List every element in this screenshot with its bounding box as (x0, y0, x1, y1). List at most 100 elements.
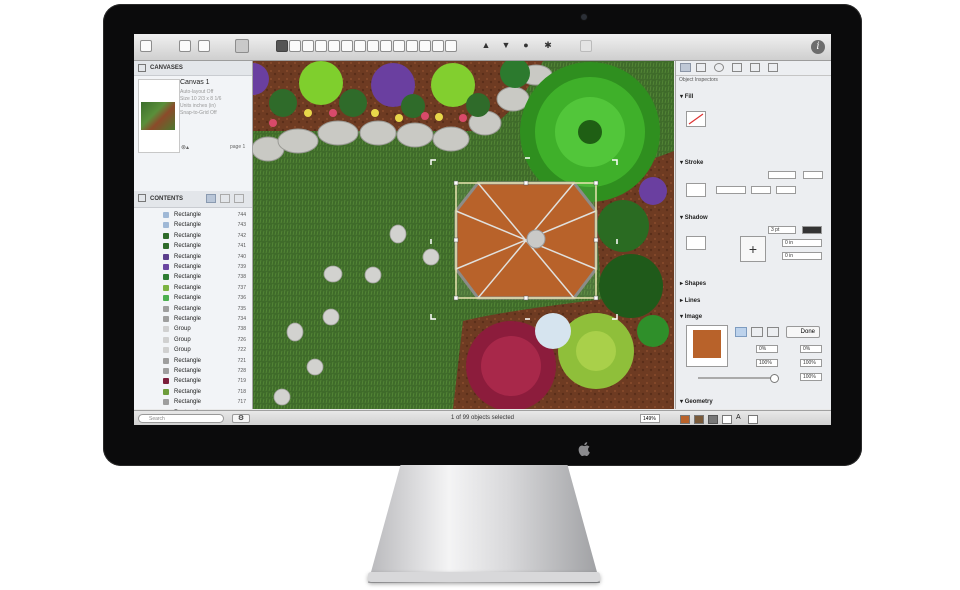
contents-row[interactable]: Group 738 (134, 324, 252, 334)
stroke-pattern-select[interactable] (686, 183, 706, 197)
image-opacity-slider-thumb[interactable] (770, 374, 779, 383)
zoom-field[interactable]: 149% (640, 414, 660, 423)
stroke-style-select[interactable] (803, 171, 823, 179)
object-number: 719 (237, 378, 246, 385)
style-brush-icon[interactable] (380, 40, 392, 52)
contents-row[interactable]: Rectangle 738 (134, 272, 252, 282)
image-quick-icon[interactable] (722, 415, 732, 424)
data-inspector-tab-icon[interactable] (768, 63, 778, 72)
canvas-inspector-tab-icon[interactable] (732, 63, 742, 72)
hand-tool-icon[interactable] (432, 40, 444, 52)
contents-row[interactable]: Rectangle 717 (134, 397, 252, 407)
ungroup-icon[interactable] (580, 40, 592, 52)
shapes-header[interactable]: ▸ Shapes (680, 280, 706, 287)
shadow-type-select[interactable] (686, 236, 706, 250)
stamp-tool-icon[interactable] (393, 40, 405, 52)
canvas-thumbnail[interactable] (138, 79, 180, 153)
info-icon[interactable]: i (811, 40, 825, 54)
app-screen: ▲ ▼ ● ✱ i CANVASES Canvas 1 Auto-layout … (134, 34, 831, 425)
line-tool-icon[interactable] (328, 40, 340, 52)
text-tool-icon[interactable] (315, 40, 327, 52)
browse-tool-icon[interactable] (445, 40, 457, 52)
style-swatch-icon[interactable] (235, 39, 249, 53)
object-icon (163, 305, 169, 312)
image-done-button[interactable]: Done (786, 326, 820, 338)
send-backward-icon[interactable]: ▼ (500, 40, 512, 52)
contents-row[interactable]: Rectangle 736 (134, 293, 252, 303)
shape-tool-icon[interactable] (302, 40, 314, 52)
contents-row[interactable]: Rectangle 728 (134, 366, 252, 376)
geometry-header[interactable]: ▾ Geometry (680, 398, 713, 405)
image-opacity-slider[interactable] (698, 377, 774, 379)
shadow-color-well[interactable] (802, 226, 822, 234)
contents-row[interactable]: Rectangle 740 (134, 252, 252, 262)
image-offset-x-field[interactable]: 0% (756, 345, 778, 353)
image-link-icon[interactable] (735, 327, 747, 337)
diagram-tool-icon[interactable] (367, 40, 379, 52)
settings-inspector-tab-icon[interactable] (714, 63, 724, 72)
rectangle-tool-icon[interactable] (289, 40, 301, 52)
group-icon[interactable]: ✱ (542, 40, 554, 52)
grid-view-icon[interactable] (234, 194, 244, 203)
stroke-join-select[interactable] (776, 186, 796, 194)
lines-header[interactable]: ▸ Lines (680, 297, 700, 304)
point-tool-icon[interactable] (354, 40, 366, 52)
object-number: 736 (237, 295, 246, 302)
stroke-cap-select[interactable] (751, 186, 771, 194)
image-opacity-field[interactable]: 100% (800, 373, 822, 381)
shadow-quick-icon[interactable] (708, 415, 718, 424)
style-inspector-tab-icon[interactable] (680, 63, 691, 72)
outline-view-icon[interactable] (220, 194, 230, 203)
fill-quick-icon[interactable] (680, 415, 690, 424)
contents-row[interactable]: Rectangle 718 (134, 387, 252, 397)
contents-row[interactable]: Rectangle 737 (134, 283, 252, 293)
canvas-list-icon[interactable] (179, 40, 191, 52)
text-quick-icon[interactable]: A (736, 414, 741, 421)
contents-row[interactable]: Group 722 (134, 345, 252, 355)
shadow-x-field[interactable]: 0 in (782, 239, 822, 247)
zoom-tool-icon[interactable] (419, 40, 431, 52)
image-natural-size-icon[interactable] (751, 327, 763, 337)
fill-header[interactable]: ▾ Fill (680, 93, 693, 100)
stroke-header[interactable]: ▾ Stroke (680, 159, 703, 166)
sidebar-toggle-icon[interactable] (140, 40, 152, 52)
shadow-header[interactable]: ▾ Shadow (680, 214, 708, 221)
shadow-offset-pad[interactable]: + (740, 236, 766, 262)
image-offset-y-field[interactable]: 0% (800, 345, 822, 353)
contents-row[interactable]: Rectangle 742 (134, 231, 252, 241)
pen-tool-icon[interactable] (341, 40, 353, 52)
properties-inspector-tab-icon[interactable] (696, 63, 706, 72)
contents-row[interactable]: Rectangle 739 (134, 262, 252, 272)
image-tile-icon[interactable] (767, 327, 779, 337)
magnet-tool-icon[interactable] (406, 40, 418, 52)
contents-row[interactable]: Rectangle 735 (134, 304, 252, 314)
shadow-y-field[interactable]: 0 in (782, 252, 822, 260)
selection-tool-icon[interactable] (276, 40, 288, 52)
image-scale-x-field[interactable]: 100% (756, 359, 778, 367)
object-name: Rectangle (174, 368, 202, 374)
contents-row[interactable]: Group 726 (134, 335, 252, 345)
image-scale-y-field[interactable]: 100% (800, 359, 822, 367)
layers-toggle-icon[interactable]: ⊗▴ (181, 144, 189, 151)
canvas-name[interactable]: Canvas 1 (180, 79, 210, 86)
geometry-quick-icon[interactable] (748, 415, 758, 424)
stroke-width-field[interactable] (716, 186, 746, 194)
image-header[interactable]: ▾ Image (680, 313, 702, 320)
shadow-width-field[interactable]: 3 pt (768, 226, 796, 234)
document-inspector-tab-icon[interactable] (750, 63, 760, 72)
contents-row[interactable]: Rectangle 741 (134, 241, 252, 251)
fill-color-well[interactable] (686, 111, 706, 127)
image-well[interactable] (686, 325, 728, 367)
bring-forward-icon[interactable]: ▲ (480, 40, 492, 52)
contents-row[interactable]: Rectangle 743 (134, 220, 252, 230)
stroke-color-well[interactable] (768, 171, 796, 179)
stroke-quick-icon[interactable] (694, 415, 704, 424)
contents-row[interactable]: Rectangle 719 (134, 376, 252, 386)
canvas-view[interactable] (253, 61, 674, 409)
layers-icon[interactable] (198, 40, 210, 52)
contents-row[interactable]: Rectangle 721 (134, 356, 252, 366)
lock-icon[interactable]: ● (520, 40, 532, 52)
contents-row[interactable]: Rectangle 734 (134, 314, 252, 324)
contents-row[interactable]: Rectangle 744 (134, 210, 252, 220)
list-view-icon[interactable] (206, 194, 216, 203)
